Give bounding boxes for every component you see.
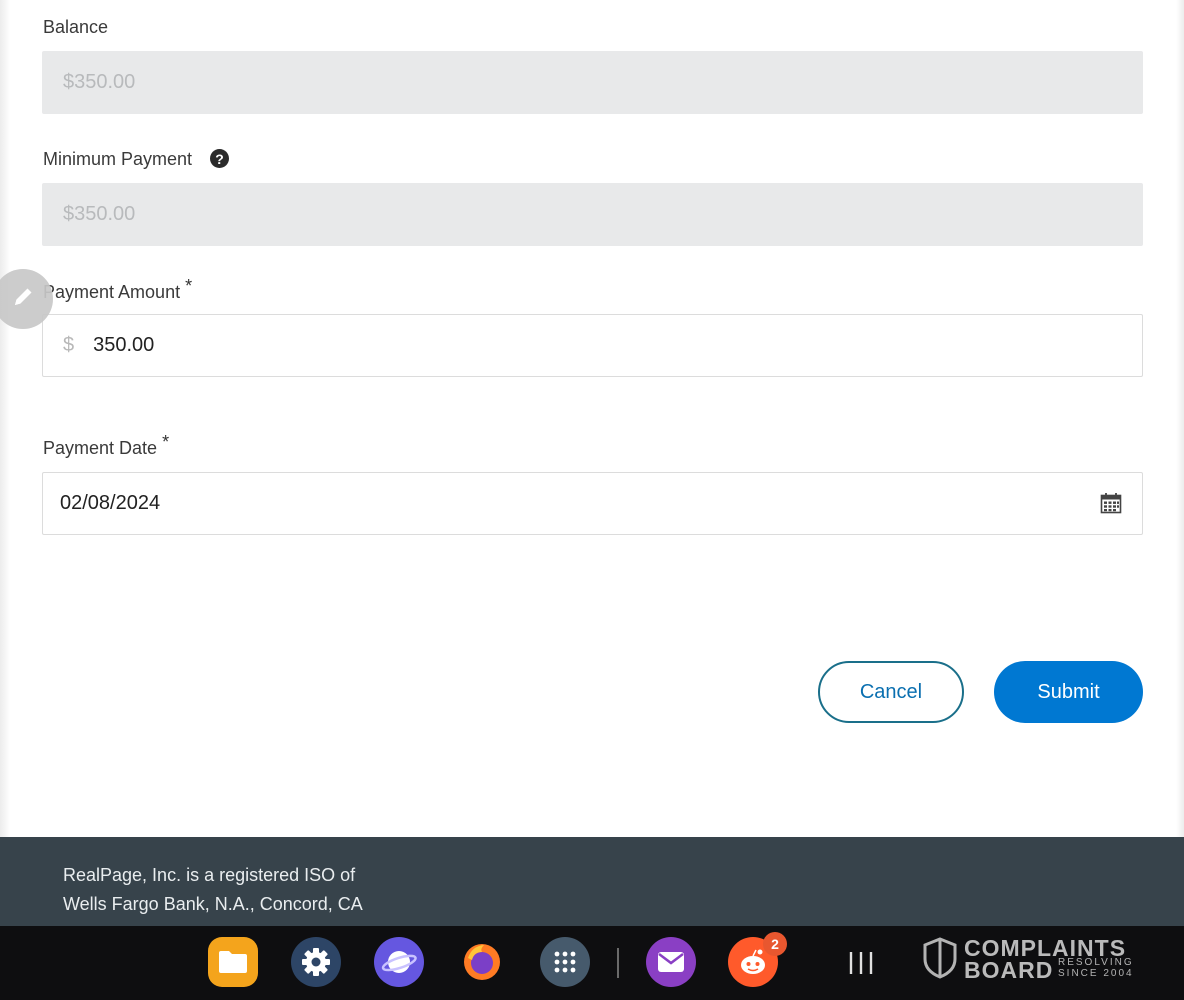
- notification-badge: 2: [763, 932, 787, 956]
- watermark-sub-1: RESOLVING: [1058, 957, 1134, 968]
- minimum-payment-value: $350.00: [63, 203, 136, 225]
- watermark-sub-2: SINCE 2004: [1058, 968, 1134, 979]
- firefox-icon[interactable]: [457, 937, 507, 987]
- recents-nav-icon[interactable]: [848, 950, 874, 981]
- shield-logo-icon: [922, 937, 958, 984]
- footer-line-1: RealPage, Inc. is a registered ISO of: [63, 865, 356, 885]
- payment-date-value: 02/08/2024: [60, 492, 161, 514]
- minimum-payment-field: $350.00: [42, 183, 1143, 246]
- files-icon[interactable]: [208, 937, 258, 987]
- payment-amount-value: 350.00: [93, 334, 155, 356]
- email-icon[interactable]: [646, 937, 696, 987]
- payment-amount-label: Payment Amount *: [43, 276, 193, 302]
- pencil-icon: [8, 282, 38, 317]
- right-edge-shadow: [1176, 0, 1184, 850]
- payment-date-label: Payment Date *: [43, 432, 170, 458]
- submit-button[interactable]: Submit: [994, 661, 1143, 723]
- balance-value: $350.00: [63, 71, 136, 93]
- settings-icon[interactable]: [291, 937, 341, 987]
- required-mark: *: [185, 276, 193, 296]
- complaints-board-watermark: COMPLAINTS BOARD RESOLVING SINCE 2004: [922, 935, 1137, 983]
- help-question-icon[interactable]: ?: [210, 149, 230, 168]
- calendar-icon[interactable]: [1100, 492, 1122, 520]
- watermark-line-2: BOARD: [964, 957, 1054, 983]
- cancel-button[interactable]: Cancel: [818, 661, 964, 723]
- left-edge-shadow: [0, 0, 10, 837]
- balance-field: $350.00: [42, 51, 1143, 114]
- required-mark: *: [162, 432, 170, 452]
- payment-amount-input[interactable]: $ 350.00: [42, 314, 1143, 377]
- currency-symbol: $: [63, 334, 75, 356]
- payment-date-input[interactable]: 02/08/2024: [42, 472, 1143, 535]
- payment-form-page: Balance $350.00 Minimum Payment ? $350.0…: [0, 0, 1184, 850]
- internet-icon[interactable]: [374, 937, 424, 987]
- page-footer: RealPage, Inc. is a registered ISO of We…: [0, 837, 1184, 926]
- balance-label: Balance: [43, 17, 109, 37]
- minimum-payment-label: Minimum Payment ?: [43, 149, 230, 170]
- taskbar-divider: [617, 948, 619, 978]
- footer-line-2: Wells Fargo Bank, N.A., Concord, CA: [63, 894, 363, 914]
- apps-grid-icon[interactable]: [540, 937, 590, 987]
